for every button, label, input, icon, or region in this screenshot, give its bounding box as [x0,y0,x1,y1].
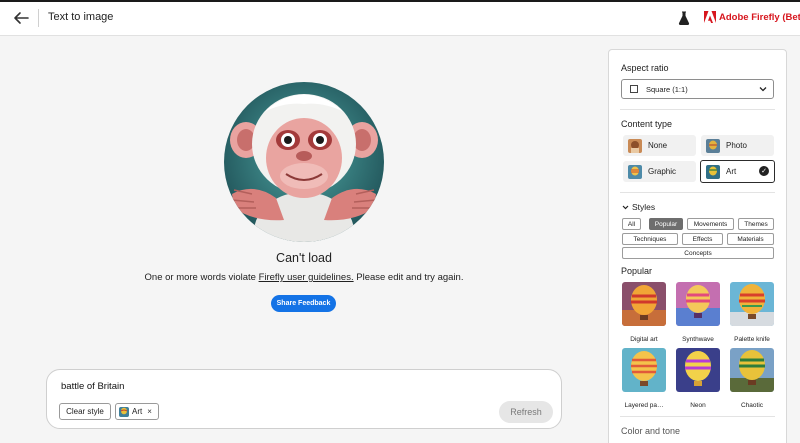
art-thumbnail-icon [706,164,720,179]
content-type-none[interactable]: None [623,135,696,156]
monkey-illustration [224,82,384,242]
page-title: Text to image [48,11,114,23]
adobe-logo-icon [704,11,716,23]
style-tile-label: Chaotic [740,402,764,409]
style-tile-label: Palette knife [734,336,770,343]
style-tag-all[interactable]: All [622,218,641,230]
app-header: Text to image Adobe Firefly (Beta) [0,0,800,36]
styles-label: Styles [632,202,656,212]
divider [620,416,775,417]
style-tile-chaotic[interactable]: Chaotic [730,348,774,409]
style-tile-label: Synthwave [682,336,714,343]
style-tag-techniques[interactable]: Techniques [622,233,678,245]
clear-style-button[interactable]: Clear style [59,403,111,420]
aspect-ratio-select[interactable]: Square (1:1) [621,79,774,99]
style-tile-synthwave[interactable]: Synthwave [676,282,720,343]
style-tile-neon[interactable]: Neon [676,348,720,409]
error-message-text: One or more words violate [144,272,259,283]
brand-name: Adobe Firefly (Beta) [719,12,800,23]
style-tile-label: Digital art [630,336,658,343]
style-tag-movements[interactable]: Movements [687,218,734,230]
error-heading: Can't load [276,251,332,265]
content-type-label: Content type [621,119,673,129]
checkmark-icon: ✓ [759,166,769,176]
art-thumbnail-icon [119,406,129,417]
header-divider [38,9,39,27]
top-border [0,0,800,2]
divider [620,109,775,110]
style-tag-concepts[interactable]: Concepts [622,247,774,259]
generated-image-preview [224,82,384,242]
square-ratio-icon [630,85,638,93]
style-tile-label: Neon [690,402,706,409]
content-type-graphic-label: Graphic [648,167,677,176]
chevron-down-icon [622,205,629,209]
style-tile-label: Layered pa… [624,402,664,409]
settings-panel: Aspect ratio Square (1:1) Content type N… [608,49,787,443]
digital-art-thumbnail [622,282,666,326]
style-tile-digital-art[interactable]: Digital art [622,282,666,343]
refresh-button[interactable]: Refresh [499,401,553,423]
share-feedback-button[interactable]: Share Feedback [271,295,336,312]
error-message-suffix: Please edit and try again. [353,272,464,283]
synthwave-thumbnail [676,282,720,326]
chaotic-thumbnail [730,348,774,392]
guidelines-link[interactable]: Firefly user guidelines. [259,272,354,283]
style-chip-art[interactable]: Art × [115,403,159,420]
style-tag-materials[interactable]: Materials [727,233,774,245]
style-tile-layered-paper[interactable]: Layered pa… [622,348,666,409]
style-tile-palette-knife[interactable]: Palette knife [730,282,774,343]
palette-knife-thumbnail [730,282,774,326]
style-tag-popular[interactable]: Popular [649,218,683,230]
color-and-tone-label: Color and tone [621,426,681,436]
neon-thumbnail [676,348,720,392]
style-tag-themes[interactable]: Themes [738,218,774,230]
style-tag-effects[interactable]: Effects [682,233,723,245]
arrow-left-icon[interactable] [12,10,30,26]
error-message: One or more words violate Firefly user g… [120,272,488,283]
styles-toggle[interactable]: Styles [622,202,655,212]
content-type-photo-label: Photo [726,141,747,150]
aspect-ratio-label: Aspect ratio [621,63,669,73]
prompt-bar: battle of Britain Clear style Art × Refr… [46,369,562,429]
graphic-thumbnail-icon [628,164,642,179]
content-type-graphic[interactable]: Graphic [623,161,696,182]
content-type-art[interactable]: Art ✓ [700,160,775,183]
close-icon[interactable]: × [147,407,152,416]
aspect-ratio-value: Square (1:1) [646,84,688,94]
divider [620,192,775,193]
content-type-photo[interactable]: Photo [701,135,774,156]
none-thumbnail-icon [628,138,642,153]
content-type-art-label: Art [726,167,737,176]
flask-icon[interactable] [678,11,690,25]
style-chip-label: Art [132,407,143,416]
layered-paper-thumbnail [622,348,666,392]
chevron-down-icon [759,87,767,92]
photo-thumbnail-icon [706,138,720,153]
popular-label: Popular [621,266,653,276]
content-type-none-label: None [648,141,668,150]
prompt-input[interactable]: battle of Britain [61,381,124,392]
